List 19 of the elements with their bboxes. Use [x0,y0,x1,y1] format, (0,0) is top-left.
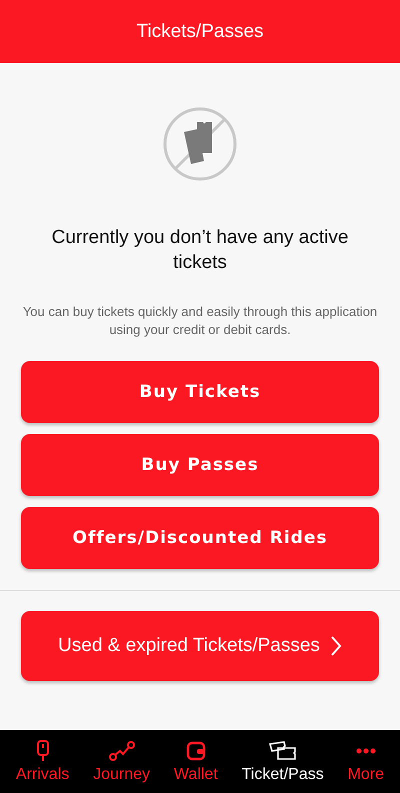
dots-icon [356,748,376,754]
action-button[interactable]: Offers/Discounted Rides [21,507,379,569]
nav-tab[interactable]: Ticket/Pass [242,740,324,784]
action-button[interactable]: Buy Tickets [21,361,379,423]
ticket-icon [268,740,298,760]
empty-description: You can buy tickets quickly and easily through this application using your credit or debit cards. [22,303,378,339]
nav-tab[interactable]: More [348,740,384,784]
pin-icon [36,740,50,762]
chevron-icon [330,635,342,657]
nav-tab[interactable]: Arrivals [16,740,70,784]
no-tickets-icon [161,105,239,183]
empty-heading: Currently you don’t have any active tickets [50,226,350,275]
nav-tab[interactable]: Journey [93,740,150,784]
wallet-icon [186,740,206,760]
action-button[interactable]: Buy Passes [21,434,379,496]
history-button[interactable]: Used & expired Tickets/Passes [21,611,379,681]
nav-tab[interactable]: Wallet [174,740,218,784]
route-icon [108,740,135,760]
page-title: Tickets/Passes [136,20,264,42]
